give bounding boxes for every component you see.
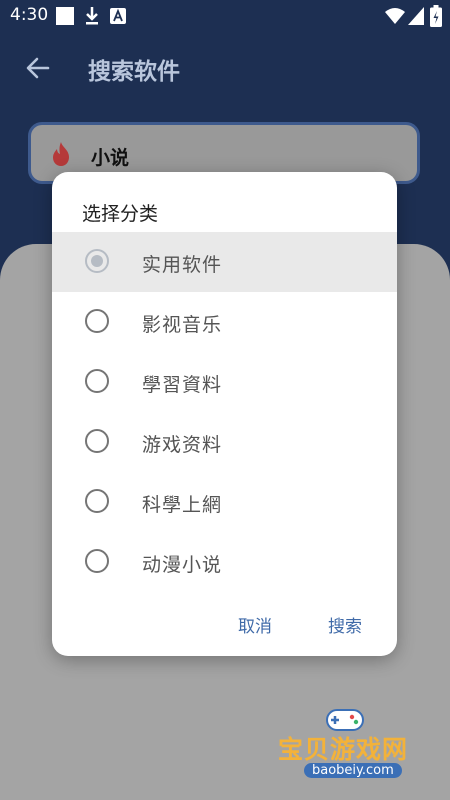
back-arrow-icon[interactable] bbox=[22, 52, 54, 84]
flame-icon bbox=[53, 142, 69, 166]
option-practical-software[interactable]: 实用软件 bbox=[52, 232, 397, 292]
status-bar: 4:30 bbox=[0, 0, 450, 32]
radio-unselected[interactable] bbox=[85, 369, 109, 393]
option-label: 科學上網 bbox=[142, 494, 223, 516]
signal-icon bbox=[408, 7, 424, 25]
option-label: 游戏资料 bbox=[142, 434, 223, 456]
option-label: 动漫小说 bbox=[142, 554, 223, 576]
category-dialog: 选择分类 实用软件 影视音乐 學習資料 游戏资料 科學上網 动漫小说 取消 搜索 bbox=[52, 172, 397, 656]
option-anime-novels[interactable]: 动漫小说 bbox=[52, 532, 397, 592]
watermark-text: 宝贝游戏网 bbox=[278, 735, 409, 764]
search-button[interactable]: 搜索 bbox=[328, 612, 362, 637]
option-science-internet[interactable]: 科學上網 bbox=[52, 472, 397, 532]
option-label: 學習資料 bbox=[142, 374, 223, 396]
radio-selected[interactable] bbox=[85, 249, 109, 273]
radio-unselected[interactable] bbox=[85, 549, 109, 573]
option-label: 实用软件 bbox=[142, 254, 223, 276]
wifi-icon bbox=[385, 8, 405, 24]
notification-a-icon bbox=[110, 8, 126, 24]
option-video-music[interactable]: 影视音乐 bbox=[52, 292, 397, 352]
search-value: 小说 bbox=[91, 147, 130, 169]
app-bar: 搜索软件 bbox=[0, 32, 450, 104]
download-icon bbox=[86, 7, 98, 25]
radio-unselected[interactable] bbox=[85, 429, 109, 453]
gamepad-icon bbox=[326, 709, 364, 731]
option-label: 影视音乐 bbox=[142, 314, 223, 336]
dialog-title: 选择分类 bbox=[82, 203, 159, 225]
option-game-materials[interactable]: 游戏资料 bbox=[52, 412, 397, 472]
watermark-logo: 宝贝游戏网 baobeiy.com bbox=[270, 700, 430, 790]
notification-square-icon bbox=[56, 7, 74, 25]
radio-unselected[interactable] bbox=[85, 489, 109, 513]
cancel-button[interactable]: 取消 bbox=[238, 612, 272, 637]
page-title: 搜索软件 bbox=[88, 59, 180, 85]
radio-unselected[interactable] bbox=[85, 309, 109, 333]
status-time: 4:30 bbox=[10, 5, 49, 25]
option-study-materials[interactable]: 學習資料 bbox=[52, 352, 397, 412]
battery-icon bbox=[430, 5, 442, 27]
watermark-url: baobeiy.com bbox=[304, 763, 402, 778]
